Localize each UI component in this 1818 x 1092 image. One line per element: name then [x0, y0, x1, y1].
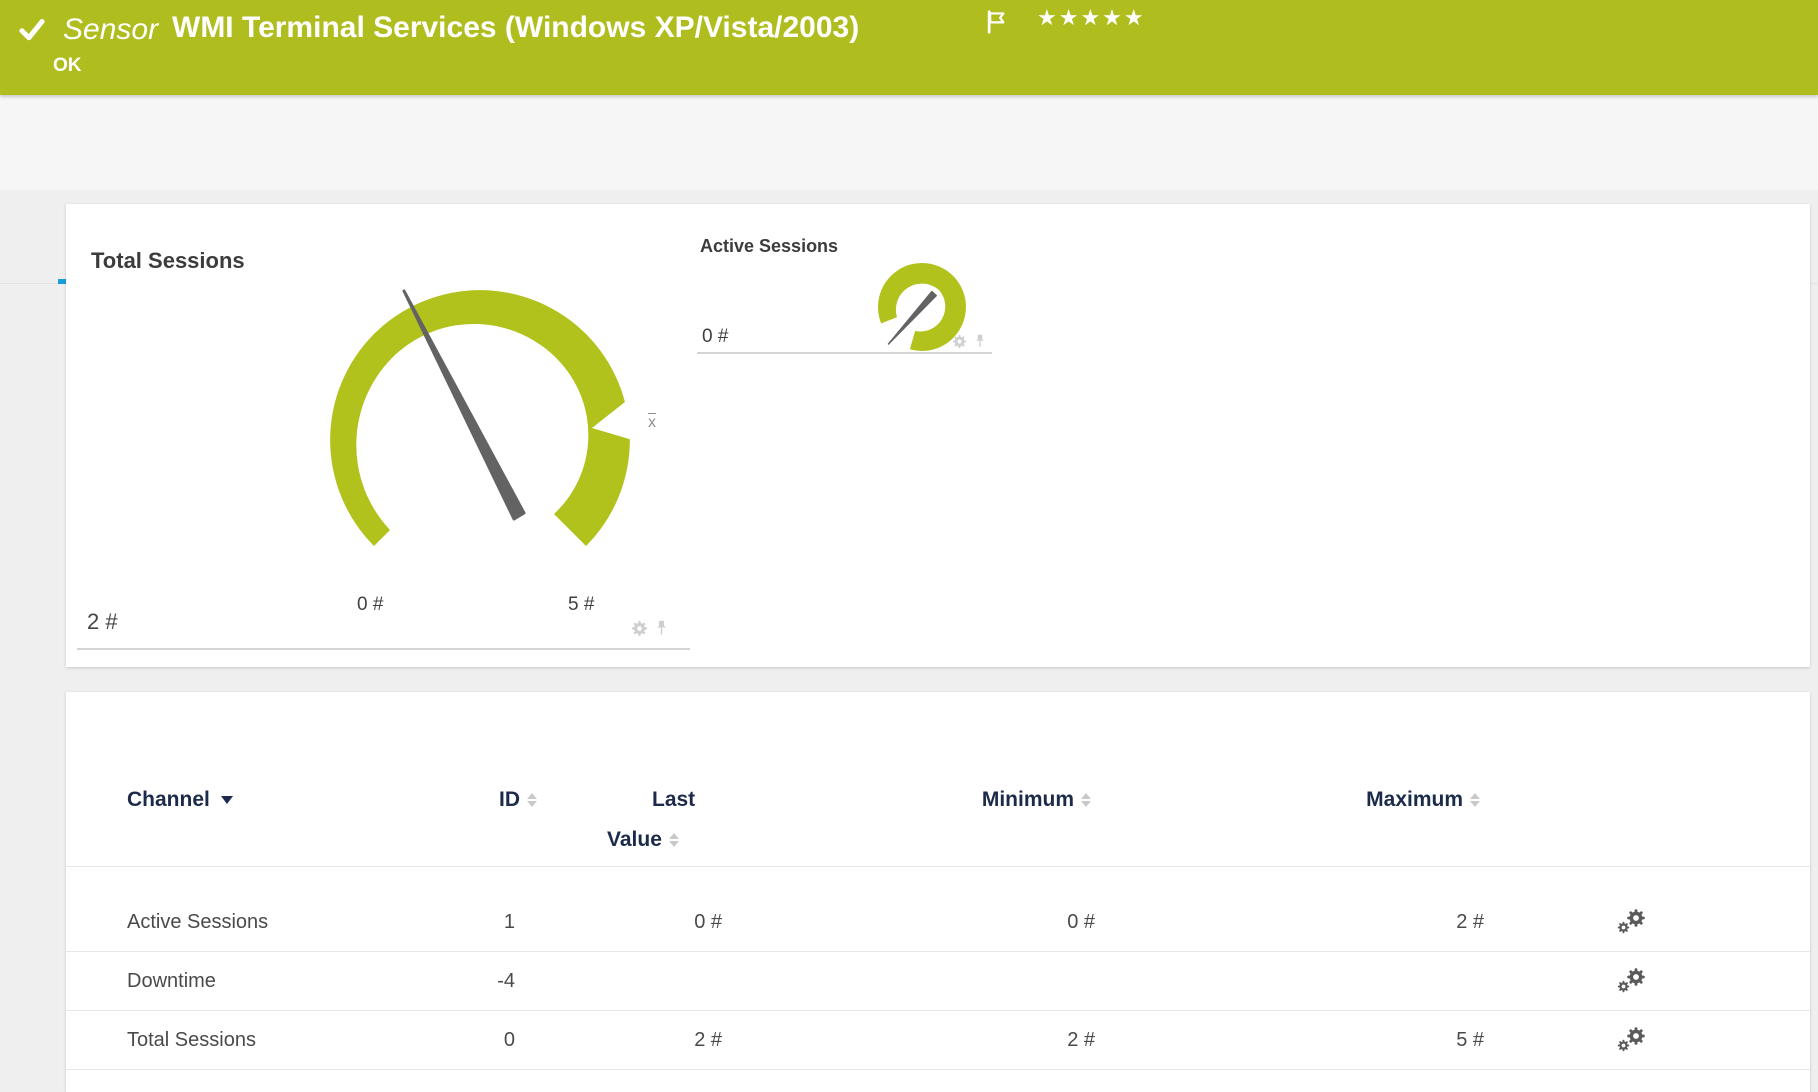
- column-header-id[interactable]: ID: [499, 788, 537, 812]
- header-label: Value: [607, 828, 662, 852]
- double-gear-icon: [1617, 908, 1647, 936]
- table-row: Downtime -4: [66, 952, 1810, 1011]
- column-header-minimum[interactable]: Minimum: [982, 788, 1091, 812]
- maximum-value: 2 #: [1456, 893, 1484, 951]
- sort-arrows-icon: [1470, 793, 1480, 807]
- maximum-value: 5 #: [1456, 1011, 1484, 1069]
- column-header-last-value-line1[interactable]: Last: [652, 788, 695, 812]
- gauge-title-total-sessions: Total Sessions: [91, 248, 245, 274]
- minimum-value: 2 #: [1067, 1011, 1095, 1069]
- last-value: 2 #: [694, 1011, 722, 1069]
- channel-id: 0: [504, 1011, 515, 1069]
- tile-tools: [631, 620, 668, 637]
- header-label: Last: [652, 788, 695, 812]
- sensor-status-header: Sensor WMI Terminal Services (Windows XP…: [0, 0, 1818, 95]
- header-label: Minimum: [982, 788, 1074, 812]
- header-label: Channel: [127, 788, 210, 812]
- double-gear-icon: [1617, 967, 1647, 995]
- channel-gear-icon[interactable]: [631, 620, 648, 637]
- flag-icon: [985, 10, 1007, 34]
- column-header-channel[interactable]: Channel: [127, 788, 233, 812]
- active-sessions-current-value: 0 #: [702, 326, 728, 348]
- channel-name[interactable]: Total Sessions: [127, 1011, 256, 1069]
- column-header-maximum[interactable]: Maximum: [1366, 788, 1480, 812]
- minimum-value: 0 #: [1067, 893, 1095, 951]
- pin-icon[interactable]: [974, 334, 986, 349]
- header-divider: [66, 866, 1810, 867]
- channel-id: -4: [497, 952, 515, 1010]
- channel-settings-button[interactable]: [1617, 1011, 1651, 1069]
- channel-settings-button[interactable]: [1617, 952, 1651, 1010]
- total-sessions-current-value: 2 #: [87, 609, 118, 635]
- sensor-title: WMI Terminal Services (Windows XP/Vista/…: [172, 11, 859, 45]
- gauge-scale-max: 5 #: [568, 594, 594, 616]
- header-label: ID: [499, 788, 520, 812]
- prtg-sensor-page: Sensor WMI Terminal Services (Windows XP…: [0, 0, 1818, 1073]
- gauge-title-active-sessions: Active Sessions: [700, 236, 838, 257]
- channel-name[interactable]: Active Sessions: [127, 893, 268, 951]
- gauges-panel: Total Sessions x 2 # 0 # 5 #: [66, 204, 1810, 667]
- sort-caret-icon: [221, 796, 233, 804]
- channel-settings-button[interactable]: [1617, 893, 1651, 951]
- channel-gear-icon[interactable]: [952, 334, 967, 349]
- column-header-last-value-line2[interactable]: Value: [607, 828, 679, 852]
- channels-panel: Channel ID Last Value Minimum Maximum: [66, 692, 1810, 1092]
- last-value: 0 #: [694, 893, 722, 951]
- average-marker: x: [648, 414, 656, 432]
- sort-arrows-icon: [1081, 793, 1091, 807]
- header-label: Maximum: [1366, 788, 1463, 812]
- double-gear-icon: [1617, 1026, 1647, 1054]
- table-row: Total Sessions 0 2 # 2 # 5 #: [66, 1011, 1810, 1070]
- priority-stars[interactable]: ★★★★★: [1037, 6, 1146, 31]
- pin-icon[interactable]: [655, 620, 668, 637]
- gauge-scale-min: 0 #: [357, 594, 383, 616]
- object-kind-label: Sensor: [63, 13, 158, 47]
- total-sessions-gauge: [300, 260, 660, 620]
- tile-underline: [77, 648, 690, 650]
- sort-arrows-icon: [669, 833, 679, 847]
- channel-id: 1: [504, 893, 515, 951]
- channel-name[interactable]: Downtime: [127, 952, 216, 1010]
- sensor-status-text: OK: [53, 55, 82, 77]
- tab-bar: Overview Live Data 2 days 30 days 365 da…: [0, 95, 1818, 190]
- check-icon: [18, 16, 46, 44]
- sort-arrows-icon: [527, 793, 537, 807]
- tile-tools: [952, 334, 986, 349]
- table-row: Active Sessions 1 0 # 0 # 2 #: [66, 893, 1810, 952]
- tile-underline: [697, 352, 992, 354]
